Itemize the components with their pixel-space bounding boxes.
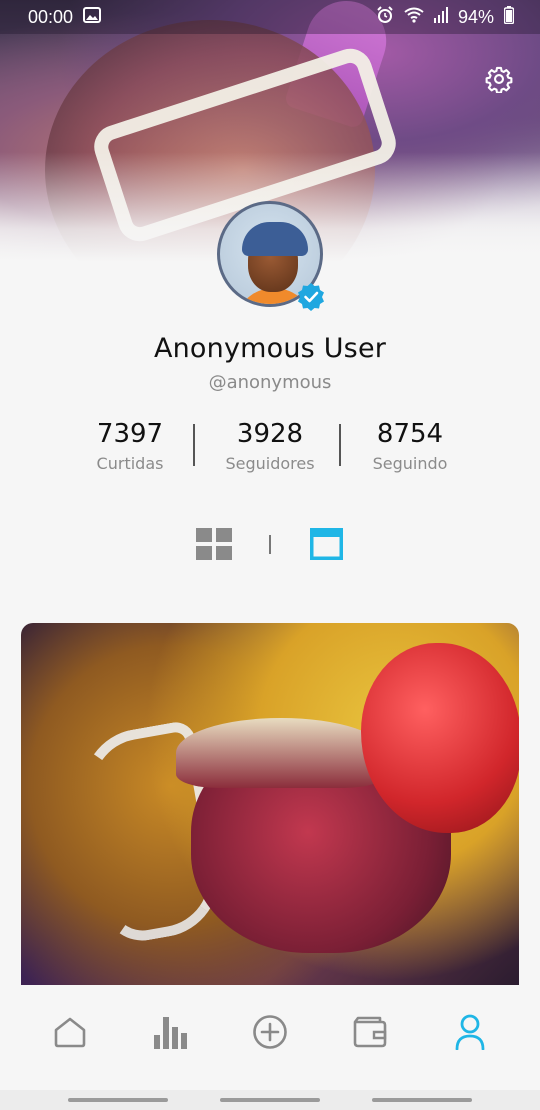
stat-value: 7397 [96, 419, 164, 449]
settings-button[interactable] [482, 62, 516, 96]
post-art-hat [176, 718, 386, 788]
stat-label: Seguidores [225, 454, 315, 473]
stat-value: 8754 [376, 419, 444, 449]
avatar-cap [242, 222, 308, 256]
stat-followers[interactable]: 3928 Seguidores [200, 418, 340, 473]
wallet-icon [353, 1016, 387, 1047]
gesture-pill [220, 1098, 320, 1102]
stat-divider [339, 424, 341, 466]
gesture-pill [68, 1098, 168, 1102]
alarm-icon [376, 5, 394, 29]
profile-icon [455, 1014, 485, 1050]
wifi-icon [404, 7, 424, 28]
profile-stats: 7397 Curtidas 3928 Seguidores 8754 Segui… [60, 418, 480, 478]
view-toggle-divider [269, 535, 271, 554]
stat-label: Seguindo [372, 454, 448, 473]
stat-value: 3928 [236, 419, 304, 449]
nav-stats[interactable] [140, 1002, 200, 1062]
add-circle-icon [253, 1014, 287, 1049]
stat-divider [193, 424, 195, 466]
grid-icon [196, 528, 232, 560]
status-bar: 00:00 94% [0, 0, 540, 34]
gear-icon [485, 66, 513, 93]
nav-create[interactable] [240, 1002, 300, 1062]
nav-profile[interactable] [440, 1002, 500, 1062]
gallery-notification-icon [83, 6, 102, 28]
chart-bar-icon [154, 1016, 187, 1049]
stat-following[interactable]: 8754 Seguindo [340, 418, 480, 473]
profile-handle: @anonymous [208, 372, 332, 393]
nav-wallet[interactable] [340, 1002, 400, 1062]
home-icon [54, 1017, 86, 1047]
battery-icon [503, 5, 515, 29]
grid-view-button[interactable] [196, 528, 232, 560]
feed-view-button[interactable] [310, 528, 343, 560]
status-time: 00:00 [28, 6, 74, 27]
nav-home[interactable] [40, 1002, 100, 1062]
post-image[interactable] [21, 623, 519, 985]
stat-likes[interactable]: 7397 Curtidas [60, 418, 200, 473]
feed-view-icon [310, 528, 343, 560]
gesture-pill [372, 1098, 472, 1102]
verified-badge-icon [296, 282, 326, 312]
profile-name: Anonymous User [153, 333, 387, 364]
bottom-navigation [0, 985, 540, 1090]
stat-label: Curtidas [96, 454, 164, 473]
battery-percent: 94% [457, 6, 494, 27]
signal-icon [433, 6, 448, 28]
